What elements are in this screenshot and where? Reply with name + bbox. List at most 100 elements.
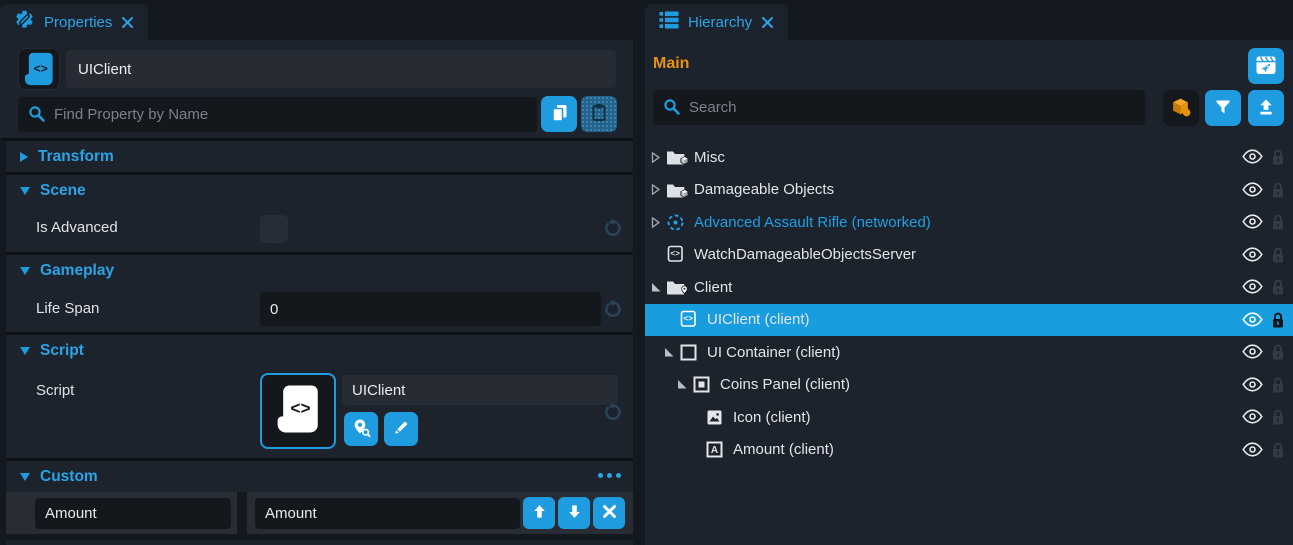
tree-row-amount[interactable]: A Amount (client) — [645, 434, 1293, 467]
svg-text:<>: <> — [684, 314, 694, 323]
chevron-down-icon — [20, 187, 30, 195]
properties-body: <> — [0, 40, 633, 545]
expand-arrow-icon[interactable] — [649, 216, 665, 229]
publish-button[interactable] — [1248, 90, 1284, 126]
tree-row-ui-container[interactable]: UI Container (client) — [645, 336, 1293, 369]
expand-arrow-icon[interactable] — [649, 183, 665, 196]
visibility-eye-icon[interactable] — [1242, 247, 1263, 262]
property-row-script: Script <> — [6, 366, 633, 458]
hierarchy-body: Main — [645, 40, 1293, 545]
custom-parameter-name-input[interactable] — [35, 498, 231, 529]
tree-row-label: Coins Panel (client) — [720, 376, 850, 393]
section-custom[interactable]: Custom — [6, 461, 633, 492]
tree-row-client[interactable]: Client — [645, 271, 1293, 304]
section-script[interactable]: Script — [6, 335, 633, 366]
section-transform[interactable]: Transform — [6, 141, 633, 172]
lock-icon[interactable] — [1271, 311, 1285, 329]
svg-text:<>: <> — [290, 397, 310, 417]
visibility-eye-icon[interactable] — [1242, 149, 1263, 164]
lock-icon[interactable] — [1271, 278, 1285, 296]
move-up-button[interactable] — [523, 497, 555, 529]
tree-row-icon[interactable]: Icon (client) — [645, 401, 1293, 434]
collapse-arrow-icon[interactable] — [662, 346, 678, 359]
custom-parameter-value-input[interactable] — [255, 498, 520, 529]
create-object-button[interactable] — [1163, 90, 1199, 126]
pin-badge-icon — [680, 282, 689, 300]
script-asset-slot[interactable]: <> — [260, 373, 336, 449]
move-down-button[interactable] — [558, 497, 590, 529]
tree-row-coins-panel[interactable]: Coins Panel (client) — [645, 369, 1293, 402]
lock-icon[interactable] — [1271, 408, 1285, 426]
section-scene[interactable]: Scene — [6, 175, 633, 206]
clipboard-icon — [589, 102, 609, 126]
lock-icon[interactable] — [1271, 148, 1285, 166]
svg-text:<>: <> — [671, 249, 681, 258]
lock-icon[interactable] — [1271, 181, 1285, 199]
script-file-icon: <> — [665, 245, 686, 265]
delete-parameter-button[interactable] — [593, 497, 625, 529]
script-name-input[interactable] — [342, 375, 618, 405]
collapse-arrow-icon[interactable] — [649, 281, 665, 294]
networked-template-icon — [665, 212, 686, 232]
upload-icon — [1257, 98, 1275, 119]
object-name-input[interactable] — [66, 50, 616, 88]
hierarchy-search-input[interactable] — [653, 90, 1145, 125]
find-asset-button[interactable] — [344, 412, 378, 446]
script-label: Script — [36, 382, 74, 399]
tree-row-advanced-assault-rifle[interactable]: Advanced Assault Rifle (networked) — [645, 206, 1293, 239]
section-gameplay[interactable]: Gameplay — [6, 255, 633, 286]
copy-properties-button[interactable] — [541, 96, 577, 132]
property-row-life-span: Life Span — [6, 286, 633, 332]
tree-row-misc[interactable]: Misc — [645, 141, 1293, 174]
visibility-eye-icon[interactable] — [1242, 182, 1263, 197]
folder-icon — [665, 277, 686, 297]
collapse-arrow-icon[interactable] — [675, 378, 691, 391]
close-icon[interactable] — [121, 16, 134, 29]
lock-icon[interactable] — [1271, 246, 1285, 264]
tree-row-uiclient-selected[interactable]: <> UIClient (client) — [645, 304, 1293, 337]
paste-properties-button[interactable] — [581, 96, 617, 132]
filter-funnel-icon — [1214, 98, 1232, 119]
scene-name-label: Main — [653, 55, 689, 73]
reset-icon[interactable] — [603, 402, 623, 422]
reset-icon[interactable] — [603, 218, 623, 238]
edit-script-button[interactable] — [384, 412, 418, 446]
property-search-input[interactable] — [18, 97, 537, 132]
lock-icon[interactable] — [1271, 376, 1285, 394]
visibility-eye-icon[interactable] — [1242, 214, 1263, 229]
tab-properties[interactable]: Properties — [0, 4, 148, 40]
filter-button[interactable] — [1205, 90, 1241, 126]
hierarchy-list-icon — [659, 11, 679, 34]
pencil-icon — [392, 419, 410, 440]
lock-icon[interactable] — [1271, 343, 1285, 361]
lock-icon[interactable] — [1271, 213, 1285, 231]
tree-row-label: WatchDamageableObjectsServer — [694, 246, 916, 263]
visibility-eye-icon[interactable] — [1242, 409, 1263, 424]
visibility-eye-icon[interactable] — [1242, 279, 1263, 294]
tree-row-watchdamageableobjectsserver[interactable]: <> WatchDamageableObjectsServer — [645, 239, 1293, 272]
chevron-down-icon — [20, 473, 30, 481]
lock-icon[interactable] — [1271, 441, 1285, 459]
close-icon[interactable] — [761, 16, 774, 29]
expand-arrow-icon[interactable] — [649, 151, 665, 164]
reset-icon[interactable] — [603, 299, 623, 319]
svg-text:<>: <> — [34, 61, 48, 75]
visibility-eye-icon[interactable] — [1242, 312, 1263, 327]
more-options-icon[interactable] — [598, 473, 621, 478]
visibility-eye-icon[interactable] — [1242, 377, 1263, 392]
section-script-title: Script — [40, 342, 84, 360]
visibility-eye-icon[interactable] — [1242, 442, 1263, 457]
scene-preview-button[interactable] — [1248, 48, 1284, 84]
search-icon — [28, 105, 46, 128]
life-span-input[interactable] — [260, 292, 601, 326]
ui-panel-icon — [691, 375, 712, 395]
property-search-row — [0, 90, 633, 132]
is-advanced-checkbox[interactable] — [260, 215, 288, 243]
ui-container-icon — [678, 342, 699, 362]
tab-hierarchy[interactable]: Hierarchy — [645, 4, 788, 40]
tree-row-label: UIClient (client) — [707, 311, 810, 328]
visibility-eye-icon[interactable] — [1242, 344, 1263, 359]
tree-row-damageable-objects[interactable]: Damageable Objects — [645, 174, 1293, 207]
hierarchy-search-row — [653, 90, 1145, 125]
tree-row-label: Amount (client) — [733, 441, 834, 458]
